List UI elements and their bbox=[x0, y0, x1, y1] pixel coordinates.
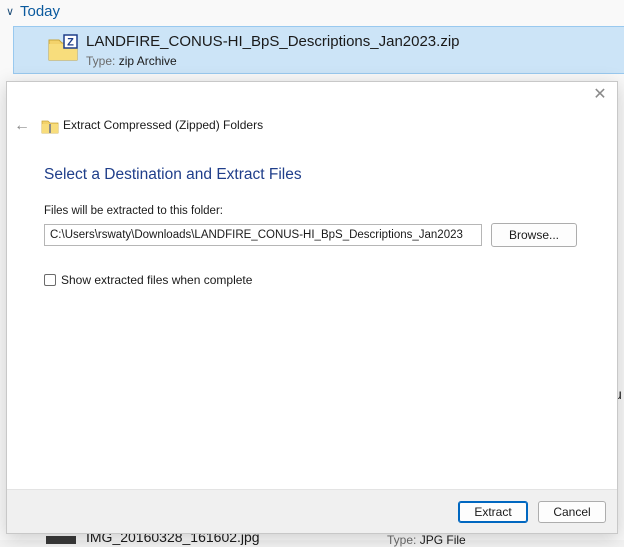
dialog-heading: Select a Destination and Extract Files bbox=[44, 166, 302, 183]
show-files-label[interactable]: Show extracted files when complete bbox=[61, 273, 252, 287]
file-type: Type: JPG File bbox=[387, 533, 466, 547]
destination-label: Files will be extracted to this folder: bbox=[44, 205, 223, 217]
extract-button[interactable]: Extract bbox=[458, 501, 528, 523]
group-header-today[interactable]: ∨ Today bbox=[0, 0, 624, 22]
image-thumbnail-icon bbox=[46, 536, 76, 544]
close-icon[interactable]: ✕ bbox=[591, 86, 609, 104]
extract-dialog: ✕ ← Extract Compressed (Zipped) Folders … bbox=[6, 81, 618, 534]
file-name: LANDFIRE_CONUS-HI_BpS_Descriptions_Jan20… bbox=[86, 33, 460, 50]
file-type-label: Type: bbox=[387, 533, 417, 547]
back-arrow-icon[interactable]: ← bbox=[13, 115, 31, 137]
zip-folder-icon bbox=[41, 120, 59, 134]
svg-text:Z: Z bbox=[67, 37, 74, 49]
dialog-nav-bar: ← Extract Compressed (Zipped) Folders bbox=[7, 115, 617, 137]
group-header-label: Today bbox=[20, 2, 61, 20]
selected-file-row[interactable]: Z LANDFIRE_CONUS-HI_BpS_Descriptions_Jan… bbox=[13, 26, 624, 74]
file-type: Type: zip Archive bbox=[86, 54, 177, 68]
zip-folder-icon: Z bbox=[48, 34, 78, 61]
file-type-value: zip Archive bbox=[118, 54, 177, 68]
destination-path-input[interactable] bbox=[44, 224, 482, 246]
file-type-label: Type: bbox=[86, 54, 116, 68]
show-files-checkbox[interactable] bbox=[44, 274, 56, 286]
file-type-value: JPG File bbox=[419, 533, 466, 547]
cancel-button[interactable]: Cancel bbox=[538, 501, 606, 523]
chevron-down-icon[interactable]: ∨ bbox=[0, 5, 20, 18]
dialog-footer: Extract Cancel bbox=[7, 489, 617, 533]
show-files-option[interactable]: Show extracted files when complete bbox=[44, 272, 252, 288]
browse-button[interactable]: Browse... bbox=[491, 223, 577, 247]
dialog-title: Extract Compressed (Zipped) Folders bbox=[63, 118, 264, 132]
